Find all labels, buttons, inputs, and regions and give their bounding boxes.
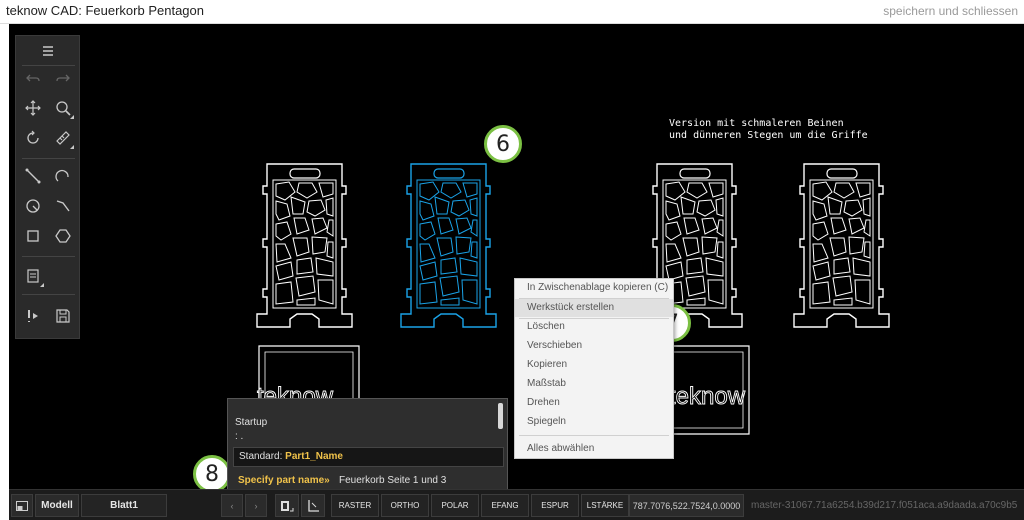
command-input-label: Standard: (239, 451, 283, 462)
arc-icon[interactable] (51, 164, 75, 188)
menu-item-rotate[interactable]: Drehen (515, 394, 673, 412)
nav-prev-button[interactable]: ‹ (221, 494, 243, 517)
annotation-line-1: Version mit schmaleren Beinen (669, 118, 844, 129)
toggle-espur[interactable]: ESPUR (531, 494, 579, 517)
title-bar: teknow CAD: Feuerkorb Pentagon speichern… (0, 0, 1024, 24)
menu-item-create-workpiece[interactable]: Werkstück erstellen (515, 299, 673, 317)
menu-divider (519, 435, 669, 436)
toggle-raster[interactable]: RASTER (331, 494, 379, 517)
menu-item-deselect-all[interactable]: Alles abwählen (515, 440, 673, 458)
left-toolbar (15, 35, 80, 339)
coordinate-readout: 787.7076,522.7524,0.0000 (629, 494, 744, 517)
rotate-icon[interactable] (21, 126, 45, 150)
nav-next-button[interactable]: › (245, 494, 267, 517)
polygon-icon[interactable] (51, 224, 75, 248)
toggle-lineweight[interactable]: LSTÄRKE (581, 494, 629, 517)
menu-item-move[interactable]: Verschieben (515, 337, 673, 355)
layers-icon[interactable] (21, 264, 45, 288)
version-string: master-31067.71a6254.b39d217.f051aca.a9d… (751, 500, 1018, 511)
menu-item-scale[interactable]: Maßstab (515, 375, 673, 393)
command-history-line: Startup (235, 417, 268, 428)
polyline-icon[interactable] (51, 194, 75, 218)
toggle-efang[interactable]: EFANG (481, 494, 529, 517)
menu-item-copy[interactable]: Kopieren (515, 356, 673, 374)
toolbar-divider (22, 256, 75, 257)
panel-right-2 (793, 163, 890, 328)
command-input[interactable]: Standard: Part1_Name (233, 447, 504, 467)
logo-text-right: teknow (669, 383, 746, 410)
run-icon[interactable] (21, 304, 45, 328)
snap-settings-icon[interactable] (275, 494, 299, 517)
measure-icon[interactable] (51, 126, 75, 150)
status-bar: Modell Blatt1 ‹ › RASTER ORTHO POLAR EFA… (9, 489, 1024, 520)
context-menu: In Zwischenablage kopieren (C) Werkstück… (514, 278, 674, 459)
command-history-line: : . (235, 431, 244, 442)
circle-icon[interactable] (21, 194, 45, 218)
line-icon[interactable] (21, 164, 45, 188)
rectangle-icon[interactable] (21, 224, 45, 248)
annotation-line-2: und dünneren Stegen um die Griffe (669, 130, 868, 141)
command-panel: Startup : . Standard: Part1_Name Specify… (227, 398, 508, 490)
tab-model[interactable]: Modell (35, 494, 79, 517)
menu-item-copy-clipboard[interactable]: In Zwischenablage kopieren (C) (515, 279, 673, 297)
viewport-toggle-icon[interactable] (11, 494, 33, 517)
callout-8: 8 (193, 455, 231, 493)
move-icon[interactable] (21, 96, 45, 120)
save-and-close-button[interactable]: speichern und schliessen (883, 4, 1018, 18)
undo-icon[interactable] (21, 66, 45, 90)
toggle-polar[interactable]: POLAR (431, 494, 479, 517)
toggle-ortho[interactable]: ORTHO (381, 494, 429, 517)
menu-item-delete[interactable]: Löschen (515, 318, 673, 336)
menu-icon[interactable] (36, 39, 60, 63)
redo-icon[interactable] (51, 66, 75, 90)
command-answer[interactable]: Feuerkorb Seite 1 und 3 (339, 475, 446, 486)
menu-item-mirror[interactable]: Spiegeln (515, 413, 673, 431)
panel-left (256, 163, 353, 328)
panel-selected (400, 163, 497, 328)
window-title: teknow CAD: Feuerkorb Pentagon (6, 3, 204, 18)
zoom-icon[interactable] (51, 96, 75, 120)
command-scrollbar[interactable] (498, 403, 503, 429)
toolbar-divider (22, 158, 75, 159)
toolbar-divider (22, 294, 75, 295)
command-input-value: Part1_Name (285, 451, 343, 462)
command-prompt: Specify part name» (238, 475, 330, 486)
callout-6: 6 (484, 125, 522, 163)
tab-sheet[interactable]: Blatt1 (81, 494, 167, 517)
ortho-settings-icon[interactable] (301, 494, 325, 517)
save-icon[interactable] (51, 304, 75, 328)
